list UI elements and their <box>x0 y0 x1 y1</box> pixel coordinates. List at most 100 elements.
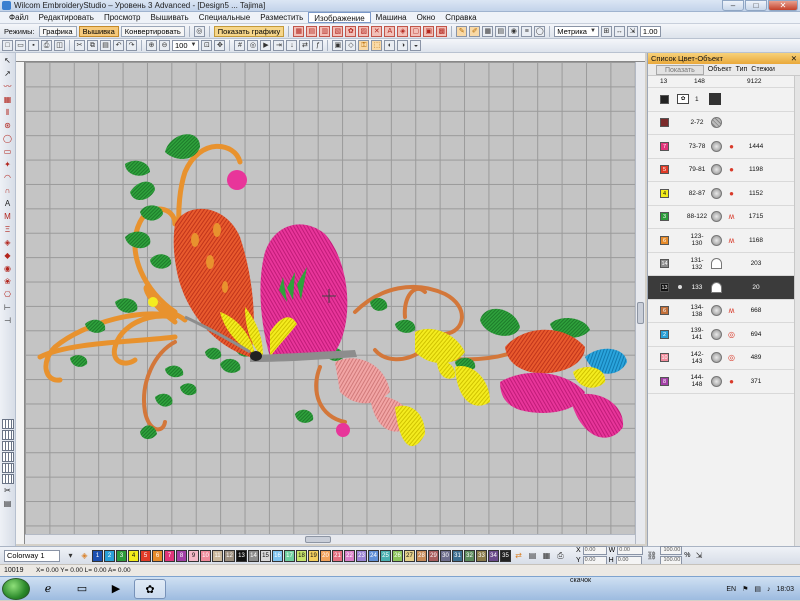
stamp-tool-icon[interactable]: ⎔ <box>1 289 14 301</box>
fill-stitch-icon[interactable]: ▦ <box>293 25 305 37</box>
palette-swatch[interactable]: 16 <box>272 549 283 562</box>
select-arrow-icon[interactable]: ↖ <box>1 55 14 67</box>
satin-stitch-icon[interactable]: ▤ <box>306 25 318 37</box>
column-icon[interactable]: ▣ <box>423 25 435 37</box>
color-object-row[interactable]: 5 79-81 ● 1198 <box>648 159 800 182</box>
palette-swatch[interactable]: 20 <box>320 549 331 562</box>
travel-icon[interactable]: ⇥ <box>273 40 285 51</box>
pattern-icon[interactable]: ▨ <box>358 25 370 37</box>
trace-icon[interactable]: ✎ <box>456 25 468 37</box>
zoom-factor-select[interactable]: 1.00 <box>639 25 661 37</box>
monogram-icon[interactable]: M <box>1 211 14 223</box>
new-file-icon[interactable]: □ <box>2 40 13 51</box>
lettering-tool-icon[interactable]: A <box>1 198 14 210</box>
running-stitch-icon[interactable]: 〰 <box>1 81 14 93</box>
tie-off-icon[interactable]: ⊣ <box>1 315 14 327</box>
chevron-down-icon[interactable]: ▾ <box>64 550 77 562</box>
zoom-in-icon[interactable]: ⊕ <box>146 40 157 51</box>
explorer-taskbar-icon[interactable]: ▭ <box>66 579 98 599</box>
thread-chart-icon[interactable]: ▤ <box>526 550 539 562</box>
palette-swatch[interactable]: 29 <box>428 549 439 562</box>
menu-window[interactable]: Окно <box>412 12 441 23</box>
menu-embroider[interactable]: Вышивать <box>145 12 193 23</box>
grid-view-icon[interactable] <box>1 474 14 484</box>
palette-swatch[interactable]: 31 <box>452 549 463 562</box>
layers-icon[interactable]: ▤ <box>495 25 507 37</box>
circle-tool-icon[interactable]: ◯ <box>1 133 14 145</box>
palette-swatch[interactable]: 34 <box>488 549 499 562</box>
grid-view-icon[interactable] <box>1 441 14 451</box>
color-object-row[interactable]: 7 73-78 ● 1444 <box>648 135 800 159</box>
ie-taskbar-icon[interactable]: ℯ <box>32 579 64 599</box>
cut-icon[interactable]: ✂ <box>74 40 85 51</box>
color-object-row[interactable]: 4 82-87 ● 1152 <box>648 182 800 206</box>
palette-swatch[interactable]: 19 <box>308 549 319 562</box>
menu-view[interactable]: Просмотр <box>99 12 146 23</box>
embroidery-mode-button[interactable]: Вышивка <box>78 25 119 37</box>
palette-swatch[interactable]: 8 <box>176 549 187 562</box>
language-indicator[interactable]: EN <box>726 586 736 593</box>
palette-swatch[interactable]: 22 <box>344 549 355 562</box>
palette-swatch[interactable]: 26 <box>392 549 403 562</box>
menu-file[interactable]: Файл <box>4 12 34 23</box>
tie-in-icon[interactable]: ⊢ <box>1 302 14 314</box>
palette-swatch[interactable]: 33 <box>476 549 487 562</box>
colors-icon[interactable]: ◉ <box>508 25 520 37</box>
star-tool-icon[interactable]: ✦ <box>1 159 14 171</box>
background-icon[interactable]: ▦ <box>540 550 553 562</box>
show-graphic-button[interactable]: Показать графику <box>213 25 285 37</box>
applique-tool-icon[interactable]: ◈ <box>1 237 14 249</box>
palette-swatch[interactable]: 2 <box>104 549 115 562</box>
color-object-row[interactable]: 6 134-138 ʍ 668 <box>648 300 800 323</box>
palette-swatch[interactable]: 28 <box>416 549 427 562</box>
run-stitch-icon[interactable]: ▧ <box>332 25 344 37</box>
media-taskbar-icon[interactable]: ▶ <box>100 579 132 599</box>
selection-icon[interactable]: ⬚ <box>371 40 383 51</box>
bitmap-icon[interactable]: ▣ <box>332 40 344 51</box>
appliqué-icon[interactable]: ◈ <box>397 25 409 37</box>
graphics-mode-button[interactable]: Графика <box>38 25 77 37</box>
palette-swatch[interactable]: 30 <box>440 549 451 562</box>
fill-tool-icon[interactable]: ▦ <box>1 94 14 106</box>
copy-icon[interactable]: ⧉ <box>87 40 98 51</box>
color-object-row[interactable]: 13 133 20 <box>648 276 800 300</box>
horizontal-scrollbar[interactable] <box>25 534 635 544</box>
color-object-row[interactable]: 2 139-141 ◎ 694 <box>648 323 800 347</box>
palette-swatch[interactable]: 14 <box>248 549 259 562</box>
palette-swatch[interactable]: 12 <box>224 549 235 562</box>
ruler-icon[interactable]: ⊞ <box>600 25 612 37</box>
palette-swatch[interactable]: 24 <box>368 549 379 562</box>
panel-scrollbar[interactable] <box>794 76 800 546</box>
palette-swatch[interactable]: 1 <box>92 549 103 562</box>
needle-icon[interactable]: ↓ <box>286 40 298 51</box>
network-icon[interactable]: ▤ <box>754 585 761 593</box>
sequin-tool-icon[interactable]: ◉ <box>1 263 14 275</box>
zoom-out-icon[interactable]: ⊖ <box>159 40 170 51</box>
image-object-row[interactable]: ✿ 1 <box>648 88 800 112</box>
show-button[interactable]: Показать <box>656 64 704 75</box>
redo-icon[interactable]: ↷ <box>126 40 137 51</box>
menu-special[interactable]: Специальные <box>194 12 256 23</box>
palette-swatch[interactable]: 18 <box>296 549 307 562</box>
grid-view-icon[interactable] <box>1 463 14 473</box>
minimize-button[interactable]: – <box>722 0 744 11</box>
brush-icon[interactable]: ✐ <box>469 25 481 37</box>
scroll-thumb[interactable] <box>637 302 644 324</box>
shape-tool-icon[interactable]: ◆ <box>1 250 14 262</box>
palette-swatch[interactable]: 7 <box>164 549 175 562</box>
maximize-button[interactable]: □ <box>745 0 767 11</box>
complex-tool-icon[interactable]: ⊛ <box>1 120 14 132</box>
connectors-icon[interactable]: ⇄ <box>299 40 311 51</box>
units-select[interactable]: Метрика ▼ <box>554 25 599 37</box>
zoom-percent-select[interactable]: 100 ▼ <box>172 40 200 51</box>
colorway-select[interactable]: Colorway 1 <box>4 549 60 562</box>
menu-help[interactable]: Справка <box>440 12 481 23</box>
scale-icon[interactable]: ⇲ <box>626 25 638 37</box>
col-type-header[interactable]: Тип <box>736 66 748 73</box>
palette-swatch[interactable]: 17 <box>284 549 295 562</box>
palette-swatch[interactable]: 10 <box>200 549 211 562</box>
show-grid-icon[interactable]: # <box>234 40 246 51</box>
functions-icon[interactable]: ƒ <box>312 40 324 51</box>
palette-swatch[interactable]: 25 <box>380 549 391 562</box>
color-object-row[interactable]: 6 123-130 ʍ 1168 <box>648 229 800 253</box>
